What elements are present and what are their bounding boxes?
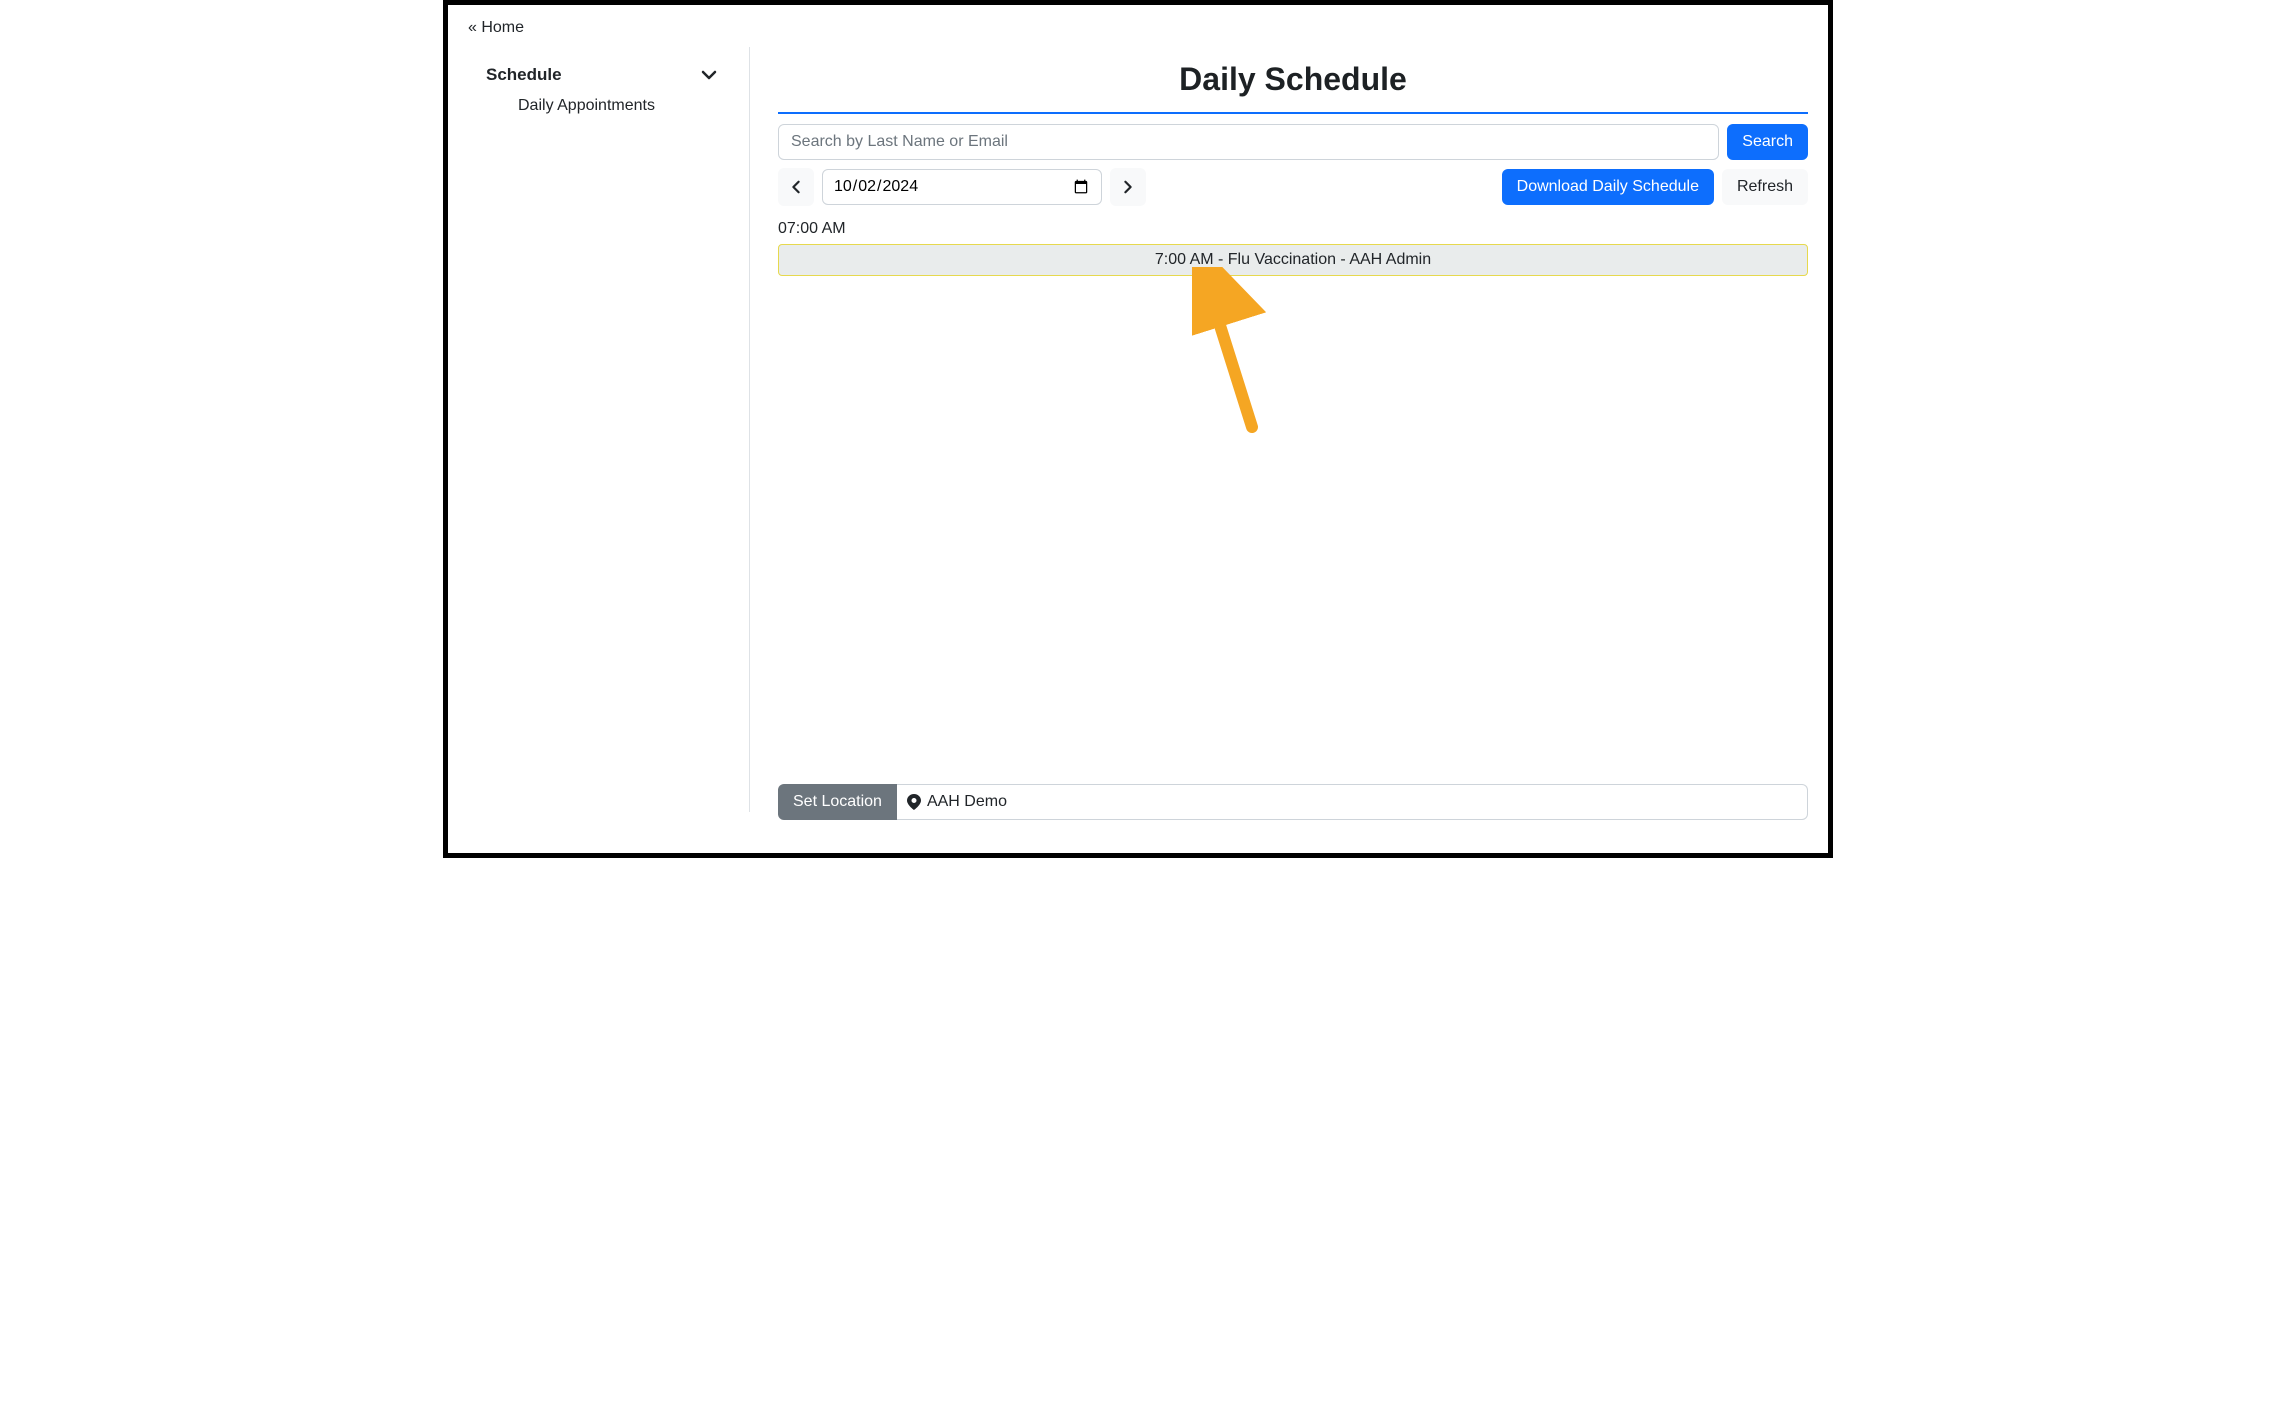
annotation-arrow-icon: [1192, 267, 1272, 437]
sidebar-section-schedule[interactable]: Schedule: [468, 59, 729, 91]
location-bar: Set Location AAH Demo: [778, 784, 1808, 820]
search-row: Search: [778, 124, 1808, 160]
chevron-down-icon: [701, 67, 717, 83]
main-panel: Daily Schedule Search: [750, 47, 1828, 850]
prev-day-button[interactable]: [778, 168, 814, 206]
date-row: Download Daily Schedule Refresh: [778, 168, 1808, 206]
breadcrumb: « Home: [448, 5, 1828, 47]
title-underline: [778, 112, 1808, 114]
search-input[interactable]: [778, 124, 1719, 160]
map-pin-icon: [907, 794, 921, 810]
date-input[interactable]: [822, 169, 1102, 205]
sidebar-section-label: Schedule: [486, 65, 562, 85]
page-title: Daily Schedule: [778, 61, 1808, 98]
next-day-button[interactable]: [1110, 168, 1146, 206]
sidebar: Schedule Daily Appointments: [448, 47, 750, 812]
appointment-row[interactable]: 7:00 AM - Flu Vaccination - AAH Admin: [778, 244, 1808, 276]
chevron-right-icon: [1121, 180, 1135, 194]
refresh-button[interactable]: Refresh: [1722, 169, 1808, 205]
app-frame: « Home Schedule Daily Appointments Daily…: [443, 0, 1833, 858]
location-value: AAH Demo: [927, 793, 1007, 811]
download-schedule-button[interactable]: Download Daily Schedule: [1502, 169, 1714, 205]
content: Schedule Daily Appointments Daily Schedu…: [448, 47, 1828, 850]
timeslot-label: 07:00 AM: [778, 220, 1808, 238]
chevron-left-icon: [789, 180, 803, 194]
search-button[interactable]: Search: [1727, 124, 1808, 160]
set-location-button[interactable]: Set Location: [778, 784, 897, 820]
breadcrumb-home-link[interactable]: « Home: [468, 19, 524, 36]
location-field[interactable]: AAH Demo: [897, 784, 1808, 820]
sidebar-item-daily-appointments[interactable]: Daily Appointments: [468, 91, 729, 121]
